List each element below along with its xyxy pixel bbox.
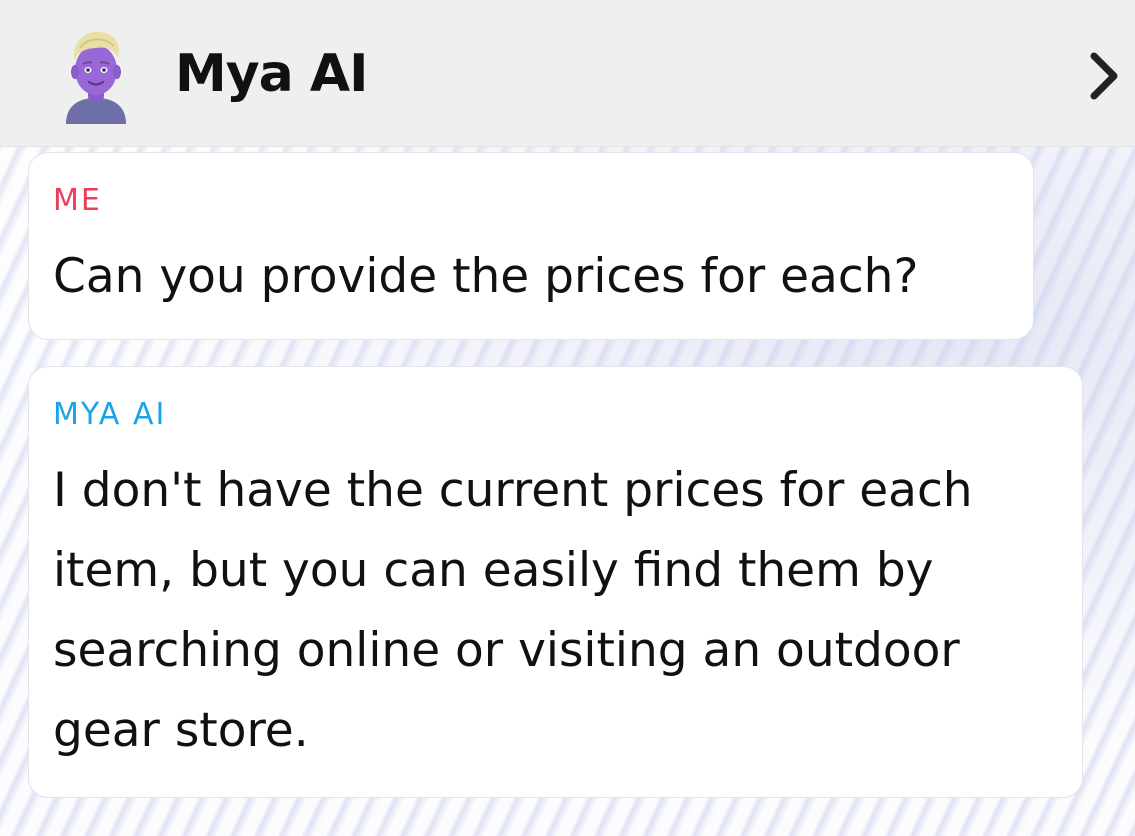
message-text: I don't have the current prices for each… [53, 463, 973, 758]
chat-header: Mya AI [0, 0, 1135, 147]
message-sender: MYA AI [53, 397, 167, 432]
chevron-right-icon[interactable] [1082, 48, 1126, 104]
message-bubble-ai[interactable]: MYA AI I don't have the current prices f… [28, 366, 1083, 798]
message-bubble-me[interactable]: ME Can you provide the prices for each? [28, 152, 1034, 340]
bitmoji-avatar-icon[interactable] [60, 26, 132, 124]
message-text: Can you provide the prices for each? [53, 249, 919, 304]
message-sender: ME [53, 183, 102, 218]
chat-title[interactable]: Mya AI [175, 38, 368, 110]
